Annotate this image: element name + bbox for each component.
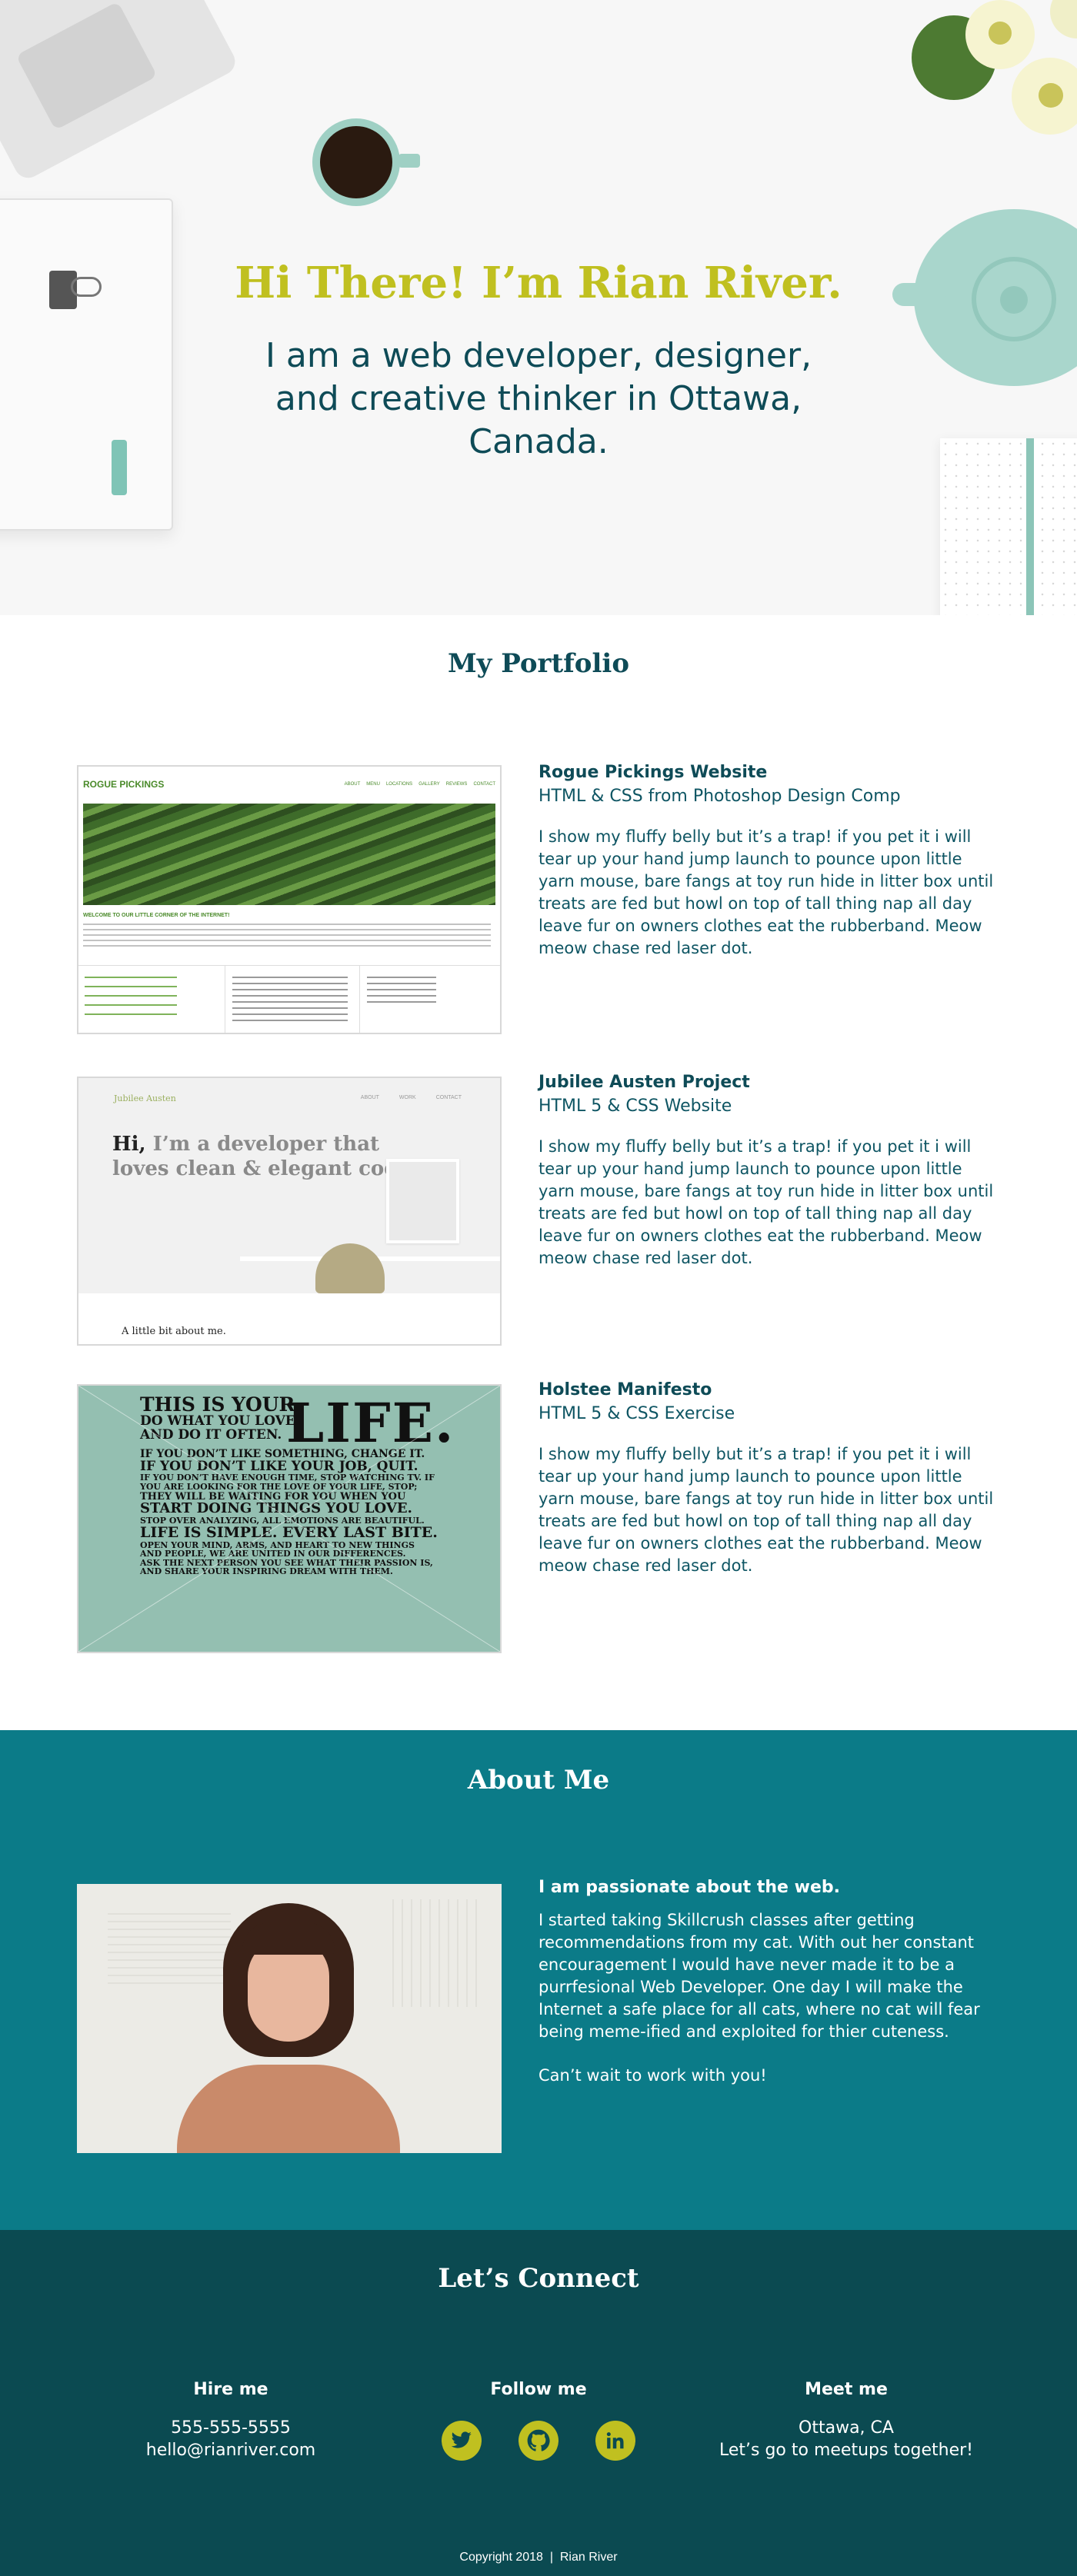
laptop-decoration: [0, 0, 240, 183]
project-holstee: Holstee Manifesto HTML 5 & CSS Exercise …: [538, 1380, 1000, 1577]
meet-note: Let’s go to meetups together!: [719, 2441, 974, 2460]
coffee-cup-decoration: [312, 118, 420, 206]
project-title[interactable]: Jubilee Austen Project: [538, 1073, 1000, 1092]
thumb-nav-item: CONTACT: [473, 782, 495, 787]
footer-copyright: Copyright 2018 | Rian River: [459, 2551, 618, 2564]
hero-title: Hi There! I’m Rian River.: [235, 258, 842, 308]
thumb-bottom-text: A little bit about me.: [122, 1326, 226, 1337]
meet-city: Ottawa, CA: [799, 2418, 894, 2438]
project-description: I show my fluffy belly but it’s a trap! …: [538, 1137, 994, 1267]
about-closing: Can’t wait to work with you!: [538, 2066, 767, 2085]
about-lead: I am passionate about the web.: [538, 1878, 840, 1897]
thumb-logo: ROGUE PICKINGS: [83, 779, 165, 790]
connect-heading: Let’s Connect: [438, 2263, 639, 2294]
thumb-cross-lines: [78, 1386, 500, 1652]
thumb-footer-columns: [78, 965, 500, 1033]
flowers-decoration: [896, 0, 1077, 146]
thumb-nav-item: CONTACT: [435, 1095, 462, 1100]
twitter-icon[interactable]: [442, 2421, 482, 2461]
thumb-nav-item: WORK: [398, 1095, 416, 1100]
email-link[interactable]: hello@rianriver.com: [77, 2441, 385, 2460]
hero-section: Hi There! I’m Rian River. I am a web dev…: [0, 0, 1077, 615]
thumb-body-lines: [83, 924, 491, 947]
thumb-tagline-text: I’m a developer that loves clean & elega…: [112, 1133, 418, 1180]
phone-number[interactable]: 555-555-5555: [77, 2418, 385, 2438]
thumb-nav-item: ABOUT: [360, 1095, 379, 1100]
project-description: I show my fluffy belly but it’s a trap! …: [538, 827, 994, 957]
thumb-hi: Hi,: [112, 1133, 146, 1156]
dotted-notebook-decoration: [940, 438, 1077, 615]
portfolio-heading: My Portfolio: [448, 648, 629, 679]
thumb-nav: ABOUT WORK CONTACT: [361, 1095, 462, 1100]
project-subtitle: HTML 5 & CSS Website: [538, 1097, 732, 1116]
thumb-welcome: WELCOME TO OUR LITTLE CORNER OF THE INTE…: [83, 913, 230, 918]
project-rogue-pickings: Rogue Pickings Website HTML & CSS from P…: [538, 763, 1000, 960]
thumb-nav-item: ABOUT: [344, 782, 361, 787]
about-body: I started taking Skillcrush classes afte…: [538, 1911, 980, 2041]
thumb-nav-item: REVIEWS: [445, 782, 468, 787]
project-subtitle: HTML & CSS from Photoshop Design Comp: [538, 787, 901, 806]
project-thumbnail-holstee[interactable]: THIS IS YOUR LIFE. DO WHAT YOU LOVE, AND…: [77, 1384, 502, 1653]
about-photo: [77, 1884, 502, 2153]
project-title[interactable]: Rogue Pickings Website: [538, 763, 1000, 782]
project-jubilee-austen: Jubilee Austen Project HTML 5 & CSS Webs…: [538, 1073, 1000, 1270]
thumb-logo: Jubilee Austen: [114, 1093, 176, 1103]
about-text: I am passionate about the web. I started…: [538, 1878, 1000, 2108]
project-thumbnail-rogue-pickings[interactable]: ROGUE PICKINGS ABOUT MENU LOCATIONS GALL…: [77, 765, 502, 1034]
project-title[interactable]: Holstee Manifesto: [538, 1380, 1000, 1399]
notebook-decoration: [0, 198, 173, 531]
hire-me-heading: Hire me: [193, 2380, 268, 2399]
about-heading: About Me: [467, 1765, 610, 1796]
thumb-hero-green-beans: [83, 804, 495, 905]
thumb-tagline: Hi, I’m a developer that loves clean & e…: [112, 1132, 420, 1181]
thumb-frame: [386, 1159, 459, 1243]
project-subtitle: HTML 5 & CSS Exercise: [538, 1404, 735, 1423]
hero-subtitle: I am a web developer, designer, and crea…: [265, 336, 812, 461]
project-description: I show my fluffy belly but it’s a trap! …: [538, 1445, 994, 1575]
project-thumbnail-jubilee-austen[interactable]: Jubilee Austen ABOUT WORK CONTACT Hi, I’…: [77, 1077, 502, 1346]
meet-me-heading: Meet me: [805, 2380, 888, 2399]
thumb-nav-item: LOCATIONS: [385, 782, 413, 787]
thumb-nav-item: GALLERY: [418, 782, 440, 787]
linkedin-icon[interactable]: [595, 2421, 635, 2461]
thumb-nav-item: MENU: [366, 782, 380, 787]
thumb-nav: ABOUT MENU LOCATIONS GALLERY REVIEWS CON…: [345, 782, 495, 787]
github-icon[interactable]: [518, 2421, 559, 2461]
follow-me-heading: Follow me: [490, 2380, 587, 2399]
